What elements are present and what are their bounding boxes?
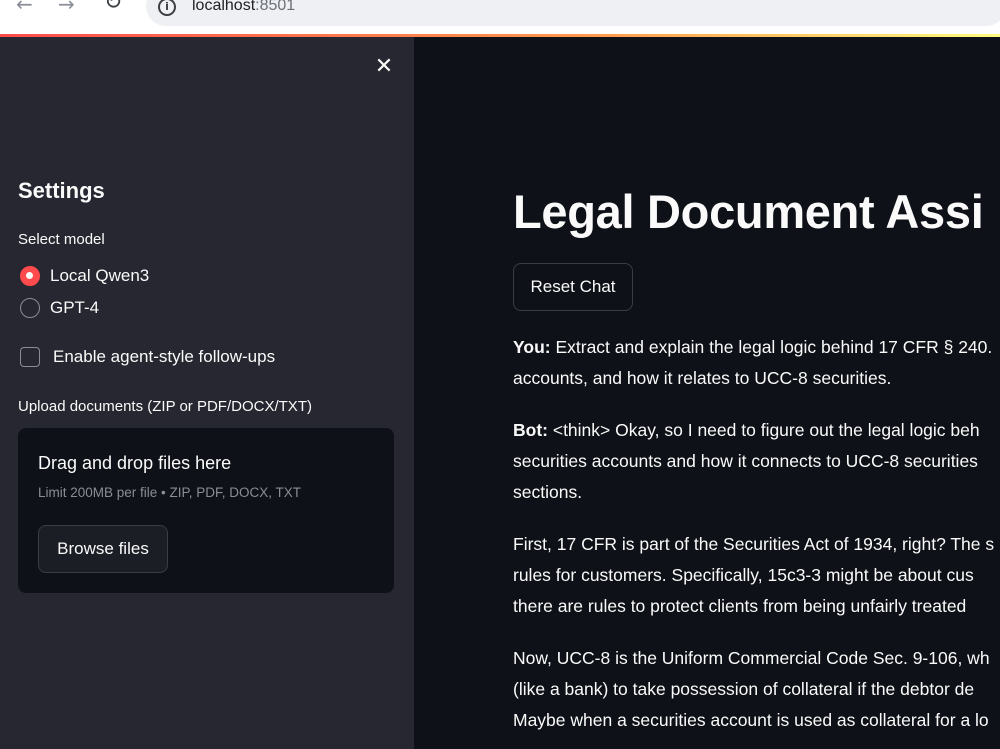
message-line: <think> Okay, so I need to figure out th… [547, 420, 980, 440]
radio-unchecked-icon[interactable] [20, 298, 40, 318]
dropzone-title: Drag and drop files here [38, 453, 232, 473]
message-line: securities accounts and how it connects … [513, 451, 978, 471]
speaker-label: You: [513, 337, 551, 357]
address-url: localhost:8501 [192, 0, 295, 15]
settings-title: Settings [18, 178, 105, 203]
radio-checked-icon[interactable] [20, 266, 40, 286]
url-host: localhost [192, 0, 256, 14]
message-line: Maybe when a securities account is used … [513, 710, 989, 730]
dropzone-limit: Limit 200MB per file • ZIP, PDF, DOCX, T… [38, 485, 302, 500]
forward-arrow-icon[interactable]: → [58, 0, 75, 16]
checkbox-unchecked-icon[interactable] [20, 347, 40, 367]
close-sidebar-button[interactable]: ✕ [372, 55, 396, 79]
message-line: rules for customers. Specifically, 15c3-… [513, 565, 974, 585]
sidebar: ✕ Settings Select model Local Qwen3 GPT-… [0, 37, 414, 749]
message-line: Now, UCC-8 is the Uniform Commercial Cod… [513, 648, 990, 668]
browser-toolbar: ← → ↻ i localhost:8501 [0, 0, 1000, 36]
message-line: accounts, and how it relates to UCC-8 se… [513, 368, 892, 388]
site-info-icon[interactable]: i [158, 0, 176, 16]
select-model-label: Select model [18, 231, 105, 248]
url-port: :8501 [255, 0, 296, 14]
reset-chat-button[interactable]: Reset Chat [513, 263, 633, 311]
speaker-label: Bot: [513, 420, 548, 440]
back-arrow-icon[interactable]: ← [16, 0, 33, 16]
agent-followups-label: Enable agent-style follow-ups [53, 347, 276, 366]
message-line: there are rules to protect clients from … [513, 596, 967, 616]
message-line: sections. [513, 482, 583, 502]
page-title: Legal Document Assi [513, 185, 984, 238]
upload-label: Upload documents (ZIP or PDF/DOCX/TXT) [18, 398, 312, 415]
agent-followups-checkbox[interactable]: Enable agent-style follow-ups [20, 347, 275, 367]
main-content: Legal Document Assi Reset Chat You: Extr… [414, 37, 1000, 749]
model-option-gpt-4[interactable]: GPT-4 [20, 298, 99, 318]
chat-paragraph: First, 17 CFR is part of the Securities … [513, 529, 1000, 622]
chat-paragraph: Now, UCC-8 is the Uniform Commercial Cod… [513, 643, 1000, 736]
message-line: (like a bank) to take possession of coll… [513, 679, 975, 699]
browse-files-button[interactable]: Browse files [38, 525, 168, 573]
message-line: Extract and explain the legal logic behi… [550, 337, 993, 357]
message-line: First, 17 CFR is part of the Securities … [513, 534, 995, 554]
chat-history: You: Extract and explain the legal logic… [513, 332, 1000, 749]
file-dropzone[interactable]: Drag and drop files here Limit 200MB per… [18, 428, 394, 593]
model-option-local-qwen3[interactable]: Local Qwen3 [20, 266, 149, 286]
reload-icon[interactable]: ↻ [104, 0, 122, 15]
address-bar[interactable]: i localhost:8501 [146, 0, 1000, 26]
chat-message-user: You: Extract and explain the legal logic… [513, 332, 1000, 394]
model-option-label: GPT-4 [50, 298, 100, 317]
chat-message-bot: Bot: <think> Okay, so I need to figure o… [513, 415, 1000, 508]
model-option-label: Local Qwen3 [50, 266, 150, 285]
